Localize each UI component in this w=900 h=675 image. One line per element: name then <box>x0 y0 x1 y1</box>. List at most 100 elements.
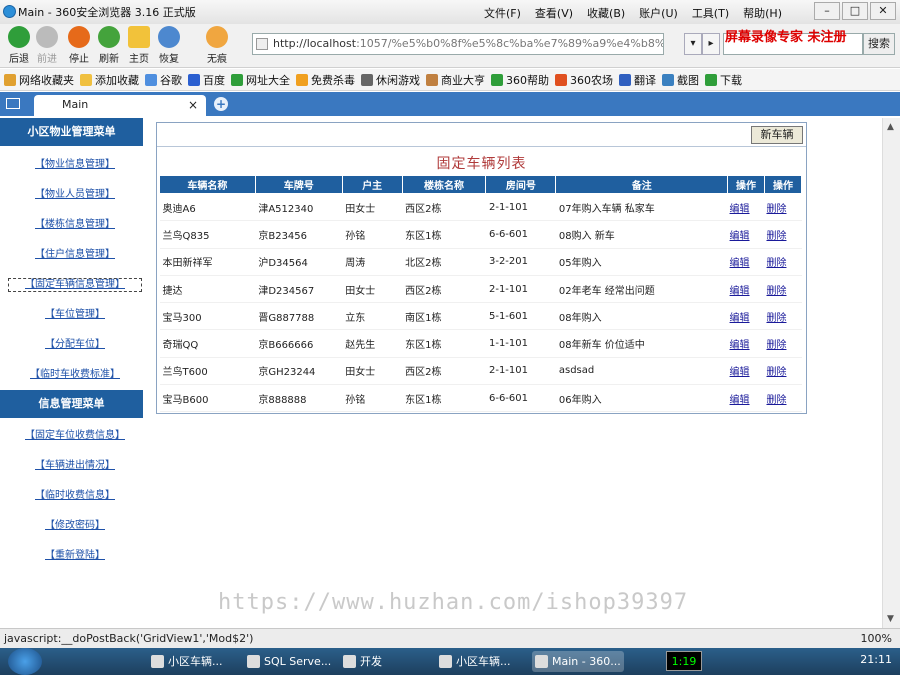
search-button[interactable]: 搜索 <box>863 33 895 55</box>
sidebar-link-relogin[interactable]: 【重新登陆】 <box>0 541 150 571</box>
vehicle-table: 车辆名称 车牌号 户主 楼栋名称 房间号 备注 操作 操作 奥迪A6 津A5123… <box>159 175 803 413</box>
restore-button[interactable]: 恢复 <box>152 26 186 65</box>
menu-account[interactable]: 账户(U) <box>639 5 678 21</box>
fav-item[interactable]: 免费杀毒 <box>296 72 355 88</box>
fav-item[interactable]: 360帮助 <box>491 72 549 88</box>
refresh-label: 刷新 <box>99 54 119 65</box>
go-button[interactable]: ▸ <box>702 33 720 55</box>
sidebar-link-temp-fee-info[interactable]: 【临时收费信息】 <box>0 481 150 511</box>
stop-label: 停止 <box>69 54 89 65</box>
taskbar-item[interactable]: Main - 360... <box>532 651 624 672</box>
edit-link[interactable]: 编辑 <box>727 220 765 249</box>
scroll-down-icon[interactable]: ▼ <box>887 614 894 624</box>
delete-link[interactable]: 删除 <box>764 275 802 304</box>
taskbar-item[interactable]: 小区车辆... <box>436 651 528 672</box>
table-cell: 孙铭 <box>342 220 403 249</box>
start-button[interactable] <box>8 648 42 675</box>
table-cell: 京GH23244 <box>255 357 343 386</box>
fav-item[interactable]: 翻译 <box>619 72 656 88</box>
menu-view[interactable]: 查看(V) <box>535 5 573 21</box>
taskbar-item[interactable]: SQL Serve... <box>244 651 336 672</box>
vertical-scrollbar[interactable]: ▲ ▼ <box>882 118 900 628</box>
tab-main[interactable]: Main × <box>34 95 206 116</box>
fav-item[interactable]: 360农场 <box>555 72 613 88</box>
address-dropdown-button[interactable]: ▾ <box>684 33 702 55</box>
sidebar-link-vehicle-access[interactable]: 【车辆进出情况】 <box>0 451 150 481</box>
close-button[interactable]: ✕ <box>870 2 896 20</box>
delete-link[interactable]: 删除 <box>764 193 802 222</box>
sidebar-link-temp-fee-standard[interactable]: 【临时车收费标准】 <box>0 360 150 390</box>
notrace-button[interactable]: 无痕 <box>200 26 234 65</box>
folder-icon <box>4 73 16 86</box>
stop-button[interactable]: 停止 <box>62 26 96 65</box>
delete-link[interactable]: 删除 <box>764 329 802 358</box>
menu-file[interactable]: 文件(F) <box>484 5 521 21</box>
edit-link[interactable]: 编辑 <box>727 275 765 304</box>
edit-link[interactable]: 编辑 <box>727 248 765 276</box>
forward-label: 前进 <box>37 54 57 65</box>
screenshot-icon <box>662 73 674 86</box>
menu-tools[interactable]: 工具(T) <box>692 5 729 21</box>
delete-link[interactable]: 删除 <box>764 384 802 413</box>
delete-link[interactable]: 删除 <box>764 248 802 276</box>
sidebar-link-change-password[interactable]: 【修改密码】 <box>0 511 150 541</box>
table-cell: 津D234567 <box>255 275 343 304</box>
taskbar-item[interactable]: 开发 <box>340 651 432 672</box>
fav-item[interactable]: 休闲游戏 <box>361 72 420 88</box>
delete-link[interactable]: 删除 <box>764 302 802 331</box>
fav-item[interactable]: 网址大全 <box>231 72 290 88</box>
table-cell: 2-1-101 <box>485 193 556 222</box>
maximize-button[interactable]: □ <box>842 2 868 20</box>
sidebar-link-building-info[interactable]: 【楼栋信息管理】 <box>0 210 150 240</box>
edit-link[interactable]: 编辑 <box>727 302 765 331</box>
sidebar-link-property-info[interactable]: 【物业信息管理】 <box>0 150 150 180</box>
table-cell: 2-1-101 <box>485 275 556 304</box>
sidebar-link-resident-info[interactable]: 【住户信息管理】 <box>0 240 150 270</box>
sidebar-link-fixed-fee-info[interactable]: 【固定车位收费信息】 <box>0 421 150 451</box>
table-cell: 2-1-101 <box>485 357 556 386</box>
delete-link[interactable]: 删除 <box>764 220 802 249</box>
status-bar: javascript:__doPostBack('GridView1','Mod… <box>0 628 900 648</box>
fav-item[interactable]: 百度 <box>188 72 225 88</box>
address-path: :1057/%e5%b0%8f%e5%8c%ba%e7%89%a9%e4%b8%… <box>356 37 664 50</box>
fav-item[interactable]: 网络收藏夹 <box>4 72 74 88</box>
zoom-level[interactable]: 100% <box>861 629 892 649</box>
scroll-up-icon[interactable]: ▲ <box>887 122 894 132</box>
sidebar-link-parking-space[interactable]: 【车位管理】 <box>0 300 150 330</box>
sidebar-link-property-staff[interactable]: 【物业人员管理】 <box>0 180 150 210</box>
taskbar-item[interactable]: 小区车辆... <box>148 651 240 672</box>
menu-help[interactable]: 帮助(H) <box>743 5 782 21</box>
fav-item[interactable]: 下载 <box>705 72 742 88</box>
edit-link[interactable]: 编辑 <box>727 384 765 413</box>
menu-bar: 文件(F) 查看(V) 收藏(B) 账户(U) 工具(T) 帮助(H) <box>484 5 782 21</box>
address-bar[interactable]: http://localhost:1057/%e5%b0%8f%e5%8c%ba… <box>252 33 664 55</box>
menu-favorites[interactable]: 收藏(B) <box>587 5 625 21</box>
refresh-button[interactable]: 刷新 <box>92 26 126 65</box>
home-button[interactable]: 主页 <box>122 26 156 65</box>
table-cell: 3-2-201 <box>485 248 556 276</box>
delete-link[interactable]: 删除 <box>764 357 802 386</box>
minimize-button[interactable]: – <box>814 2 840 20</box>
sidebar-link-assign-space[interactable]: 【分配车位】 <box>0 330 150 360</box>
table-cell: 田女士 <box>342 357 403 386</box>
new-tab-icon[interactable]: + <box>214 97 228 111</box>
recorder-timer: 1:19 <box>666 651 702 671</box>
fav-item[interactable]: 谷歌 <box>145 72 182 88</box>
sidebar-link-fixed-vehicle[interactable]: 【固定车辆信息管理】 <box>0 270 150 300</box>
fav-item[interactable]: 截图 <box>662 72 699 88</box>
edit-link[interactable]: 编辑 <box>727 357 765 386</box>
col-header: 楼栋名称 <box>401 175 487 194</box>
table-row: 兰鸟Q835 京B23456 孙铭 东区1栋 6-6-601 08购入 新车 编辑 删除 <box>159 220 802 249</box>
fav-item[interactable]: 商业大亨 <box>426 72 485 88</box>
app-icon <box>439 655 452 668</box>
new-vehicle-button[interactable]: 新车辆 <box>751 126 803 144</box>
menu-group-title: 小区物业管理菜单 <box>0 118 143 146</box>
fav-item[interactable]: 添加收藏 <box>80 72 139 88</box>
edit-link[interactable]: 编辑 <box>727 329 765 358</box>
table-cell: 北区2栋 <box>402 248 486 276</box>
tab-list-icon[interactable] <box>6 98 20 109</box>
list-title: 固定车辆列表 <box>436 156 527 172</box>
forward-button[interactable]: 前进 <box>30 26 64 65</box>
tab-close-icon[interactable]: × <box>188 95 198 115</box>
edit-link[interactable]: 编辑 <box>727 193 765 222</box>
